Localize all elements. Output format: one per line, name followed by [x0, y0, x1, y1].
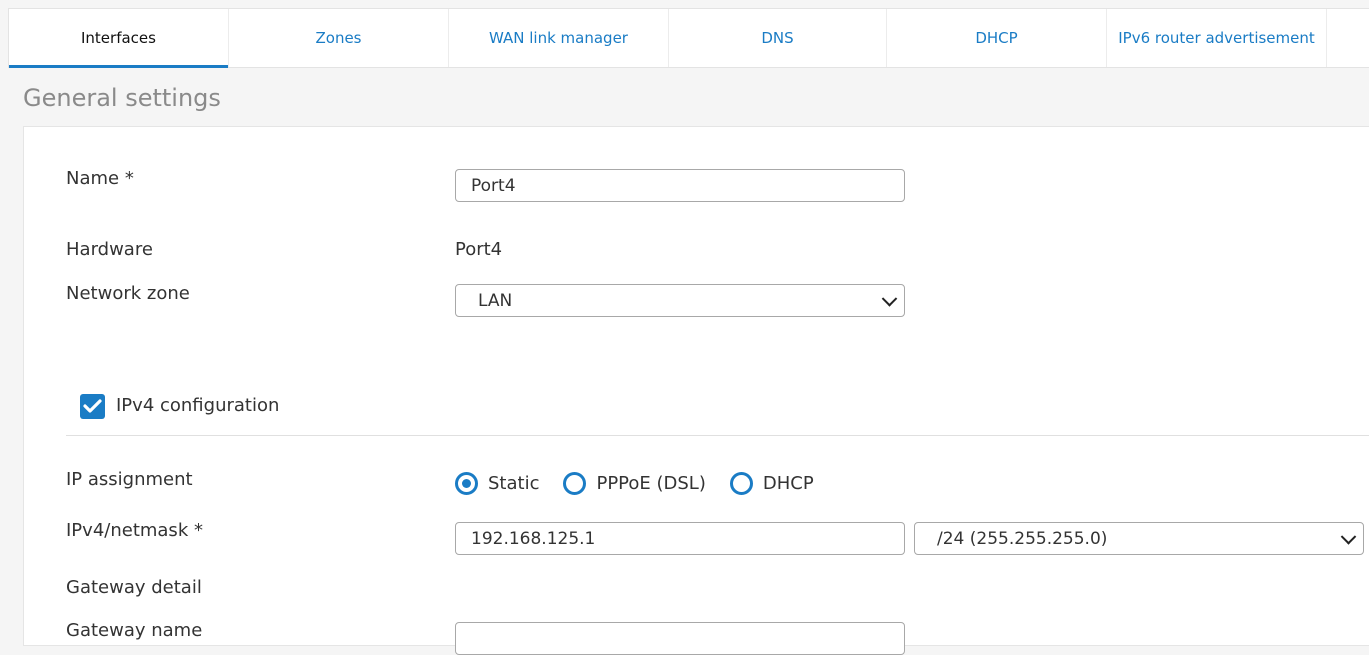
- ip-assignment-radio-group: Static PPPoE (DSL) DHCP: [455, 472, 838, 495]
- ipv4-address-value: 192.168.125.1: [471, 528, 596, 549]
- gateway-detail-label: Gateway detail: [66, 577, 202, 598]
- tab-dns[interactable]: DNS: [669, 9, 887, 67]
- radio-static-label: Static: [488, 473, 540, 494]
- network-zone-value: LAN: [478, 290, 513, 311]
- tab-bar: Interfaces Zones WAN link manager DNS DH…: [8, 8, 1369, 68]
- netmask-value: /24 (255.255.255.0): [937, 528, 1108, 549]
- network-zone-select[interactable]: LAN: [455, 284, 905, 317]
- netmask-select[interactable]: /24 (255.255.255.0): [914, 522, 1364, 555]
- ipv4-netmask-label: IPv4/netmask *: [66, 520, 203, 541]
- radio-dhcp[interactable]: DHCP: [729, 472, 814, 495]
- tab-ipv6-router-advertisement[interactable]: IPv6 router advertisement: [1107, 9, 1327, 67]
- name-input-value: Port4: [471, 175, 516, 196]
- tab-wan-link-manager[interactable]: WAN link manager: [449, 9, 669, 67]
- chevron-down-icon: [881, 290, 898, 307]
- ipv4-address-input[interactable]: 192.168.125.1: [455, 522, 905, 555]
- section-title: General settings: [23, 84, 221, 112]
- radio-unchecked-icon: [563, 472, 587, 495]
- hardware-value: Port4: [455, 239, 503, 260]
- name-label: Name *: [66, 168, 134, 189]
- chevron-down-icon: [1340, 528, 1357, 545]
- network-zone-label: Network zone: [66, 283, 190, 304]
- ip-assignment-label: IP assignment: [66, 469, 193, 490]
- radio-pppoe-label: PPPoE (DSL): [596, 473, 706, 494]
- ipv4-config-label: IPv4 configuration: [116, 395, 280, 416]
- radio-pppoe[interactable]: PPPoE (DSL): [563, 472, 706, 495]
- divider: [66, 435, 1369, 436]
- general-settings-panel: [23, 126, 1369, 646]
- tab-dhcp[interactable]: DHCP: [887, 9, 1107, 67]
- gateway-name-input[interactable]: [455, 622, 905, 655]
- tab-interfaces[interactable]: Interfaces: [9, 9, 229, 68]
- hardware-label: Hardware: [66, 239, 153, 260]
- gateway-name-label: Gateway name: [66, 620, 203, 641]
- radio-unchecked-icon: [729, 472, 753, 495]
- ipv4-config-checkbox[interactable]: [80, 394, 105, 419]
- name-input[interactable]: Port4: [455, 169, 905, 202]
- check-icon: [83, 399, 102, 413]
- radio-checked-icon: [455, 472, 478, 495]
- radio-dhcp-label: DHCP: [762, 473, 814, 494]
- radio-static[interactable]: Static: [455, 472, 539, 495]
- tab-zones[interactable]: Zones: [229, 9, 449, 67]
